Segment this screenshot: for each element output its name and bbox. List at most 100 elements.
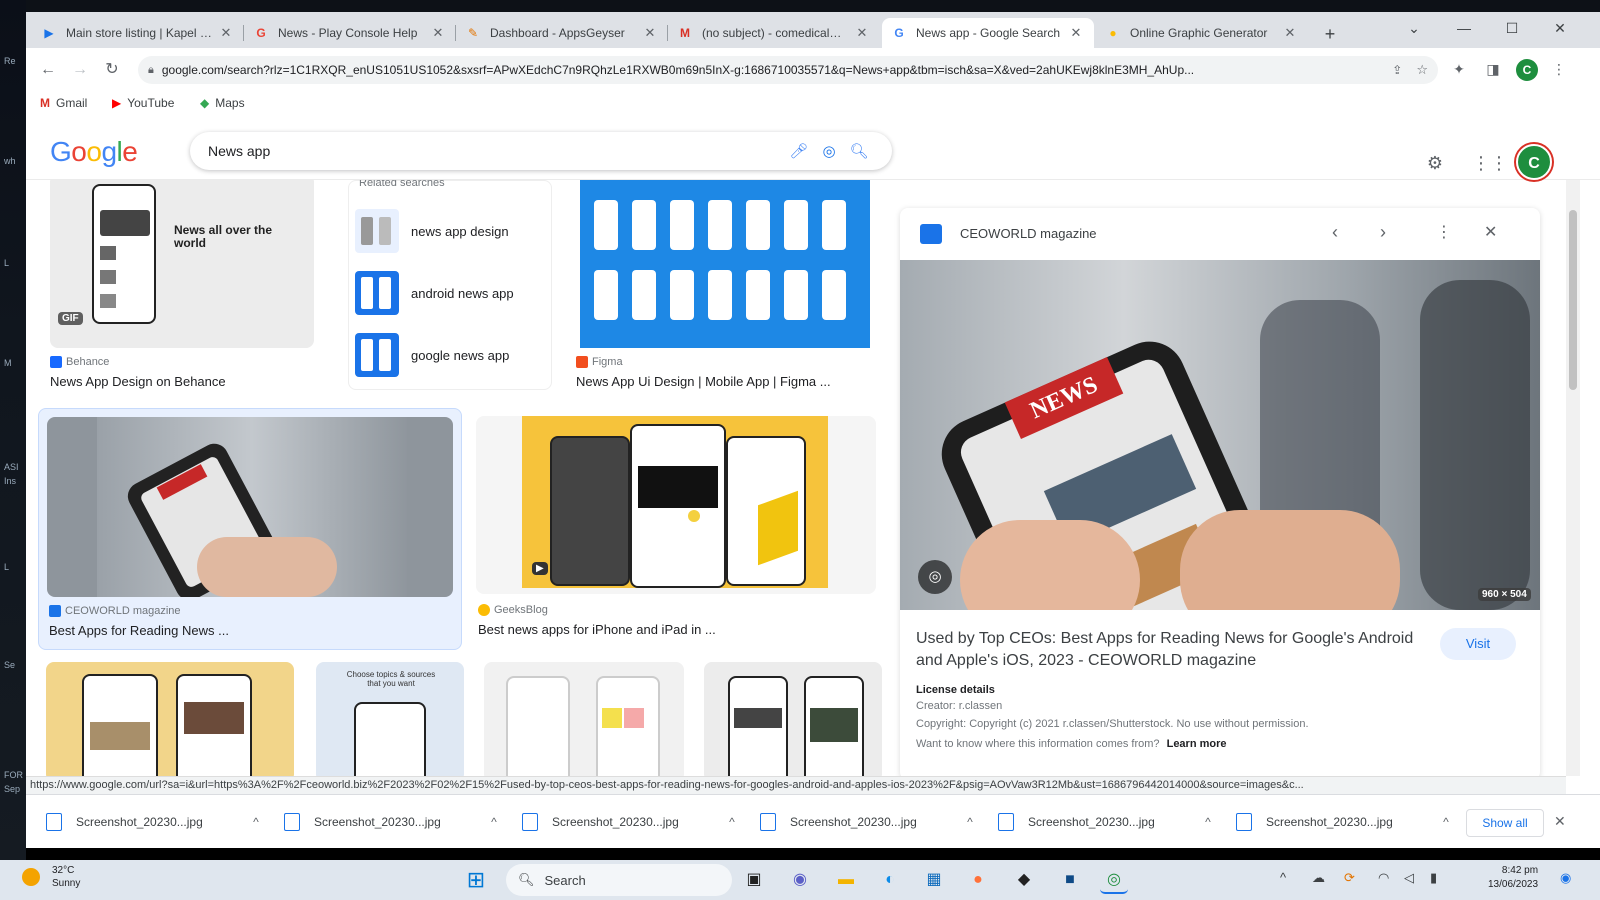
result-thumbnail[interactable]: Choose topics & sources that you want [316,662,464,776]
settings-icon[interactable]: ⚙ [1422,150,1448,176]
lens-icon[interactable]: ◎ [918,560,952,594]
desktop-icon-label[interactable]: Ins [4,476,16,486]
sync-icon[interactable]: ⟳ [1344,870,1355,886]
result-thumbnail[interactable] [484,662,684,776]
store-icon[interactable]: ▦ [920,866,948,894]
close-icon[interactable]: ✕ [1484,222,1497,242]
address-bar[interactable]: 🔒︎ google.com/search?rlz=1C1RXQR_enUS105… [138,56,1438,84]
reload-icon[interactable]: ↻ [100,58,124,82]
chevron-up-icon[interactable]: ^ [1198,815,1218,829]
download-item[interactable]: Screenshot_20230...jpg ^ [760,809,980,835]
result-title[interactable]: Best news apps for iPhone and iPad in ..… [478,622,716,637]
desktop-icon-label[interactable]: L [4,562,9,572]
chat-icon[interactable]: ◉ [786,866,814,894]
previous-icon[interactable]: ‹ [1332,222,1338,243]
battery-icon[interactable]: ▮ [1430,870,1437,886]
tab-play-console-help[interactable]: G News - Play Console Help ✕ [244,18,456,48]
desktop-icon-label[interactable]: L [4,258,9,268]
chrome-icon[interactable]: ◎ [1100,866,1128,894]
close-icon[interactable]: ✕ [1554,813,1566,830]
result-card-geeksblog[interactable]: ▶ GeeksBlog Best news apps for iPhone an… [476,416,876,646]
share-icon[interactable]: ⇪ [1392,63,1402,77]
onedrive-icon[interactable]: ☁ [1312,870,1325,886]
weather-widget[interactable]: 32°C Sunny [22,864,80,890]
taskbar-search[interactable]: 🔍︎ Search [506,864,732,896]
extensions-icon[interactable]: ✦ [1448,58,1470,80]
panel-source[interactable]: CEOWORLD magazine [960,226,1097,241]
account-avatar[interactable]: C [1516,144,1552,180]
file-explorer-icon[interactable]: ▬ [832,866,860,894]
close-icon[interactable]: ✕ [642,25,658,41]
download-item[interactable]: Screenshot_20230...jpg ^ [998,809,1218,835]
more-options-icon[interactable]: ⋮ [1436,222,1452,242]
preview-image[interactable]: NEWS ◎ 960 × 504 [900,260,1540,610]
close-icon[interactable]: ✕ [430,25,446,41]
microphone-icon[interactable]: 🎤︎ [784,142,814,160]
desktop-icon-label[interactable]: wh [4,156,16,166]
bookmark-maps[interactable]: ◆ Maps [200,96,245,110]
search-icon[interactable]: 🔍︎ [844,142,874,160]
volume-icon[interactable]: ◁ [1404,870,1414,886]
download-item[interactable]: Screenshot_20230...jpg ^ [46,809,266,835]
clock[interactable]: 8:42 pm 13/06/2023 [1488,864,1538,892]
result-title[interactable]: News App Ui Design | Mobile App | Figma … [576,374,831,389]
result-card-figma[interactable]: Figma News App Ui Design | Mobile App | … [574,180,874,389]
desktop-icon-label[interactable]: ASI [4,462,19,472]
photoshop-icon[interactable]: ■ [1056,866,1084,894]
chevron-up-icon[interactable]: ^ [960,815,980,829]
forward-icon[interactable]: → [68,58,92,82]
download-item[interactable]: Screenshot_20230...jpg ^ [1236,809,1456,835]
close-window-icon[interactable]: ✕ [1544,16,1576,40]
notifications-icon[interactable]: ◉ [1560,870,1571,886]
desktop-icon-label[interactable]: FOR [4,770,23,780]
task-view-icon[interactable]: ▣ [740,866,768,894]
tab-search-icon[interactable]: ⌄ [1398,16,1430,40]
close-icon[interactable]: ✕ [218,25,234,41]
result-title[interactable]: Best Apps for Reading News ... [49,623,229,638]
desktop-icon-label[interactable]: M [4,358,12,368]
desktop-icon-label[interactable]: Sep [4,784,20,794]
chevron-up-icon[interactable]: ^ [722,815,742,829]
dropbox-icon[interactable]: ◆ [1010,866,1038,894]
next-icon[interactable]: › [1380,222,1386,243]
chevron-up-icon[interactable]: ^ [1436,815,1456,829]
tab-news-app-search[interactable]: G News app - Google Search ✕ [882,18,1094,48]
menu-icon[interactable]: ⋮ [1548,58,1570,80]
close-icon[interactable]: ✕ [1282,25,1298,41]
result-thumbnail[interactable]: News all over the world GIF [50,180,314,348]
chevron-up-icon[interactable]: ^ [1280,870,1286,885]
result-thumbnail[interactable] [580,180,870,348]
maximize-icon[interactable]: ☐ [1496,16,1528,40]
chevron-up-icon[interactable]: ^ [246,815,266,829]
close-icon[interactable]: ✕ [854,25,870,41]
desktop-icon-label[interactable]: Re [4,56,16,66]
tab-main-store-listing[interactable]: ▶ Main store listing | Kapel U... ✕ [32,18,244,48]
tab-online-graphic-generator[interactable]: ● Online Graphic Generator ✕ [1096,18,1308,48]
result-thumbnail[interactable] [47,417,453,597]
back-icon[interactable]: ← [36,58,60,82]
download-item[interactable]: Screenshot_20230...jpg ^ [284,809,504,835]
bookmark-youtube[interactable]: ▶ YouTube [112,96,174,110]
search-input[interactable] [208,143,784,159]
related-item[interactable]: news app design [349,201,553,261]
visit-button[interactable]: Visit [1440,628,1516,660]
close-icon[interactable]: ✕ [1068,25,1084,41]
lock-icon[interactable]: 🔒︎ [148,64,154,77]
desktop-icon-label[interactable]: Se [4,660,15,670]
minimize-icon[interactable]: — [1448,16,1480,40]
tab-gmail[interactable]: M (no subject) - comedicalap... ✕ [668,18,880,48]
new-tab-button[interactable]: + [1318,22,1342,46]
learn-more-link[interactable]: Learn more [1167,738,1227,750]
firefox-icon[interactable]: ● [964,866,992,894]
result-title[interactable]: News App Design on Behance [50,374,226,389]
windows-start-icon[interactable]: ⊞ [462,866,490,894]
scrollbar-thumb[interactable] [1569,210,1577,390]
panel-title[interactable]: Used by Top CEOs: Best Apps for Reading … [916,628,1426,672]
google-logo[interactable]: Google [50,136,138,168]
related-item[interactable]: android news app [349,263,553,323]
result-card-ceoworld[interactable]: CEOWORLD magazine Best Apps for Reading … [38,408,462,650]
scrollbar[interactable] [1566,180,1580,776]
tab-appsgeyser[interactable]: ✎ Dashboard - AppsGeyser ✕ [456,18,668,48]
result-card-behance[interactable]: News all over the world GIF Behance News… [50,180,318,389]
apps-grid-icon[interactable]: ⋮⋮ [1472,150,1508,176]
